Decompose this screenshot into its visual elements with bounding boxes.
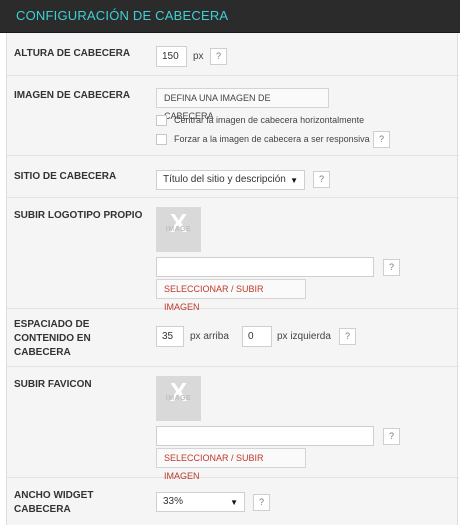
altura-input[interactable]: 150 [156, 46, 187, 67]
sitio-selected-value: Título del sitio y descripción [163, 174, 286, 185]
imagen-label: IMAGEN DE CABECERA [14, 90, 131, 101]
chevron-down-icon: ▼ [230, 498, 238, 507]
padding-top-unit: px arriba [190, 331, 229, 342]
row-favicon: SUBIR FAVICON X IMAGE ? SELECCIONAR / SU… [7, 367, 459, 481]
section-title: CONFIGURACIÓN DE CABECERA [16, 8, 229, 23]
row-altura: ALTURA DE CABECERA 150 px ? [7, 33, 459, 76]
image-placeholder-text: IMAGE [165, 395, 192, 402]
chevron-down-icon: ▼ [290, 176, 298, 185]
row-espaciado: ESPACIADO DE CONTENIDO EN CABECERA 35 px… [7, 309, 459, 367]
favicon-label: SUBIR FAVICON [14, 379, 92, 390]
ancho-select[interactable]: 33% ▼ [156, 492, 245, 512]
altura-unit: px [193, 51, 204, 62]
row-imagen: IMAGEN DE CABECERA DEFINA UNA IMAGEN DE … [7, 76, 459, 156]
padding-top-input[interactable]: 35 [156, 326, 184, 347]
espaciado-help-button[interactable]: ? [339, 328, 356, 345]
settings-panel: ALTURA DE CABECERA 150 px ? IMAGEN DE CA… [6, 33, 459, 525]
center-image-checkbox[interactable] [156, 115, 167, 126]
logo-help-button[interactable]: ? [383, 259, 400, 276]
sitio-label: SITIO DE CABECERA [14, 171, 117, 182]
espaciado-label-1: ESPACIADO DE [14, 319, 90, 330]
espaciado-label-3: CABECERA [14, 347, 71, 358]
define-header-image-button[interactable]: DEFINA UNA IMAGEN DE CABECERA [156, 88, 329, 121]
sitio-select[interactable]: Título del sitio y descripción ▼ [156, 170, 305, 190]
row-logotipo: SUBIR LOGOTIPO PROPIO X IMAGE ? SELECCIO… [7, 198, 459, 312]
responsive-image-checkbox[interactable] [156, 134, 167, 145]
ancho-help-button[interactable]: ? [253, 494, 270, 511]
sitio-help-button[interactable]: ? [313, 171, 330, 188]
logo-upload-button[interactable]: SELECCIONAR / SUBIR IMAGEN [156, 279, 306, 312]
imagen-help-button[interactable]: ? [373, 131, 390, 148]
row-sitio: SITIO DE CABECERA Título del sitio y des… [7, 156, 459, 198]
favicon-help-button[interactable]: ? [383, 428, 400, 445]
logotipo-label: SUBIR LOGOTIPO PROPIO [14, 210, 143, 221]
responsive-image-label: Forzar a la imagen de cabecera a ser res… [174, 134, 370, 144]
ancho-label-2: CABECERA [14, 504, 71, 515]
padding-left-unit: px izquierda [277, 331, 331, 342]
logo-placeholder-image: X IMAGE [156, 207, 201, 252]
favicon-url-input[interactable] [156, 426, 374, 446]
espaciado-label-2: CONTENIDO EN [14, 333, 91, 344]
row-ancho: ANCHO WIDGET CABECERA 33% ▼ ? [7, 478, 459, 525]
center-image-label: Centrar la imagen de cabecera horizontal… [174, 115, 365, 125]
altura-help-button[interactable]: ? [210, 48, 227, 65]
ancho-selected-value: 33% [163, 496, 184, 507]
altura-label: ALTURA DE CABECERA [14, 48, 131, 59]
logo-url-input[interactable] [156, 257, 374, 277]
ancho-label-1: ANCHO WIDGET [14, 490, 94, 501]
padding-left-input[interactable]: 0 [242, 326, 272, 347]
image-placeholder-text: IMAGE [165, 226, 192, 233]
favicon-upload-button[interactable]: SELECCIONAR / SUBIR IMAGEN [156, 448, 306, 481]
favicon-placeholder-image: X IMAGE [156, 376, 201, 421]
section-header: CONFIGURACIÓN DE CABECERA [0, 0, 460, 33]
